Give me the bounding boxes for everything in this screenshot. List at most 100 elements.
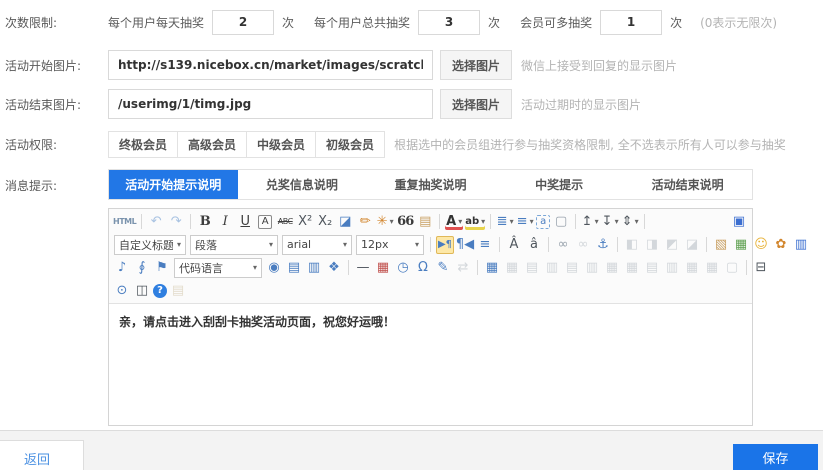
- merge-cells-icon[interactable]: ▥: [543, 259, 561, 277]
- split-row-icon[interactable]: ▦: [623, 259, 641, 277]
- tab-message-4[interactable]: 中奖提示: [495, 170, 624, 199]
- fullscreen-icon[interactable]: ▣: [730, 213, 748, 231]
- font-size-select[interactable]: 12px▾: [356, 235, 424, 255]
- font-family-select[interactable]: arial▾: [282, 235, 352, 255]
- emotion-icon[interactable]: ☺: [752, 236, 770, 254]
- print-icon[interactable]: ⊟: [752, 259, 770, 277]
- superscript-icon[interactable]: X²: [296, 213, 314, 231]
- font-color-icon[interactable]: A▾: [445, 214, 463, 230]
- insert-title-icon[interactable]: ▤: [523, 259, 541, 277]
- direction-rtl-icon[interactable]: ¶◀: [456, 236, 474, 254]
- anchor-name-icon[interactable]: a: [536, 215, 550, 229]
- italic-icon[interactable]: I: [216, 213, 234, 231]
- start-image-hint: 微信上接受到回复的显示图片: [521, 57, 677, 74]
- line-height-icon[interactable]: ⇕▾: [621, 213, 639, 231]
- image-align-inline-icon[interactable]: ◨: [643, 236, 661, 254]
- member-option-3[interactable]: 中级会员: [246, 131, 316, 158]
- paste-text-icon[interactable]: ▤: [416, 213, 434, 231]
- paragraph-select[interactable]: 段落▾: [190, 235, 278, 255]
- editor-content[interactable]: 亲，请点击进入刮刮卡抽奖活动页面，祝您好运哦！: [109, 304, 752, 425]
- redo-icon[interactable]: ↷: [167, 213, 185, 231]
- code-language-select[interactable]: 代码语言▾: [174, 258, 262, 278]
- insert-frame-icon[interactable]: ▥: [305, 259, 323, 277]
- background-color-icon[interactable]: ✎: [434, 259, 452, 277]
- underline-icon[interactable]: U: [236, 213, 254, 231]
- insert-image-icon[interactable]: ▧: [712, 236, 730, 254]
- subscript-icon[interactable]: X₂: [316, 213, 334, 231]
- member-option-2[interactable]: 高级会员: [177, 131, 247, 158]
- insert-table-icon[interactable]: ▦: [483, 259, 501, 277]
- attachment-icon[interactable]: ∮: [133, 259, 151, 277]
- toolbar-row: HTML ↶↷ BIUA ABCX²X₂◪✏✳▾66▤ A▾ab▾ ≣▾≡▾a▢ ↥▾↧▾⇕…: [112, 210, 749, 233]
- preview-icon[interactable]: ⊙: [113, 282, 131, 300]
- save-button[interactable]: 保存: [733, 444, 818, 470]
- word-image-icon[interactable]: ▦: [732, 236, 750, 254]
- total-input[interactable]: [418, 10, 480, 35]
- indent-icon[interactable]: ≡: [476, 236, 494, 254]
- clear-format-brush-icon[interactable]: ✏: [356, 213, 374, 231]
- highlight-color-icon[interactable]: ab▾: [465, 214, 485, 230]
- music-icon[interactable]: ♪: [113, 259, 131, 277]
- merge-right-icon[interactable]: ▥: [663, 259, 681, 277]
- format-eraser-icon[interactable]: ◪: [336, 213, 354, 231]
- margin-top-icon[interactable]: ↥▾: [581, 213, 599, 231]
- html-source-button[interactable]: HTML: [113, 213, 136, 231]
- strikethrough-icon[interactable]: ABC: [276, 213, 294, 231]
- search-replace-icon[interactable]: ◫: [133, 282, 151, 300]
- start-image-input[interactable]: [108, 50, 433, 80]
- start-image-row: 活动开始图片: 选择图片 微信上接受到回复的显示图片: [0, 50, 823, 80]
- insert-row-icon[interactable]: ▤: [563, 259, 581, 277]
- date-icon[interactable]: ▦: [374, 259, 392, 277]
- help-icon[interactable]: ?: [153, 284, 167, 298]
- end-image-input[interactable]: [108, 89, 433, 119]
- end-image-pick-button[interactable]: 选择图片: [440, 89, 512, 119]
- anchor-icon[interactable]: ⚓: [594, 236, 612, 254]
- split-cell-icon[interactable]: ▦: [603, 259, 621, 277]
- tab-message-5[interactable]: 活动结束说明: [623, 170, 752, 199]
- auto-typeset-icon[interactable]: ✳▾: [376, 213, 394, 231]
- member-extra-input[interactable]: [600, 10, 662, 35]
- custom-title-select[interactable]: 自定义标题▾: [114, 235, 186, 255]
- tab-message-1[interactable]: 活动开始提示说明: [109, 170, 238, 199]
- image-align-left-icon[interactable]: ◧: [623, 236, 641, 254]
- map-icon[interactable]: ⚑: [153, 259, 171, 277]
- split-col-icon[interactable]: ▤: [643, 259, 661, 277]
- member-option-4[interactable]: 初级会员: [315, 131, 385, 158]
- video-icon[interactable]: ▥: [792, 236, 810, 254]
- margin-bottom-icon[interactable]: ↧▾: [601, 213, 619, 231]
- undo-icon[interactable]: ↶: [147, 213, 165, 231]
- lowercase-icon[interactable]: â: [525, 236, 543, 254]
- page-break-icon[interactable]: ▤: [285, 259, 303, 277]
- blank-doc-icon[interactable]: ▢: [552, 213, 570, 231]
- horizontal-rule-icon[interactable]: —: [354, 259, 372, 277]
- direction-ltr-icon[interactable]: ▶¶: [436, 236, 454, 254]
- per-day-input[interactable]: [212, 10, 274, 35]
- scrawl-icon[interactable]: ✿: [772, 236, 790, 254]
- char-border-icon[interactable]: A: [258, 215, 272, 229]
- delete-col-icon[interactable]: ▢: [723, 259, 741, 277]
- image-transfer-icon[interactable]: ⇄: [454, 259, 472, 277]
- uppercase-icon[interactable]: Â: [505, 236, 523, 254]
- blockquote-icon[interactable]: 66: [396, 213, 414, 231]
- image-align-center-icon[interactable]: ◩: [663, 236, 681, 254]
- image-align-right-icon[interactable]: ◪: [683, 236, 701, 254]
- tab-message-2[interactable]: 兑奖信息说明: [238, 170, 367, 199]
- bold-icon[interactable]: B: [196, 213, 214, 231]
- merge-down-icon[interactable]: ▦: [683, 259, 701, 277]
- unlink-icon[interactable]: ∞: [574, 236, 592, 254]
- snapscreen-icon[interactable]: ❖: [325, 259, 343, 277]
- member-option-1[interactable]: 终极会员: [108, 131, 178, 158]
- insert-code-icon[interactable]: ◉: [265, 259, 283, 277]
- start-image-pick-button[interactable]: 选择图片: [440, 50, 512, 80]
- insert-col-icon[interactable]: ▥: [583, 259, 601, 277]
- special-chars-icon[interactable]: Ω: [414, 259, 432, 277]
- unordered-list-icon[interactable]: ≡▾: [516, 213, 534, 231]
- tab-message-3[interactable]: 重复抽奖说明: [366, 170, 495, 199]
- back-button[interactable]: 返回: [0, 440, 84, 470]
- link-icon[interactable]: ∞: [554, 236, 572, 254]
- paste-icon[interactable]: ▤: [169, 282, 187, 300]
- delete-table-icon[interactable]: ▦: [503, 259, 521, 277]
- time-icon[interactable]: ◷: [394, 259, 412, 277]
- delete-row-icon[interactable]: ▦: [703, 259, 721, 277]
- ordered-list-icon[interactable]: ≣▾: [496, 213, 514, 231]
